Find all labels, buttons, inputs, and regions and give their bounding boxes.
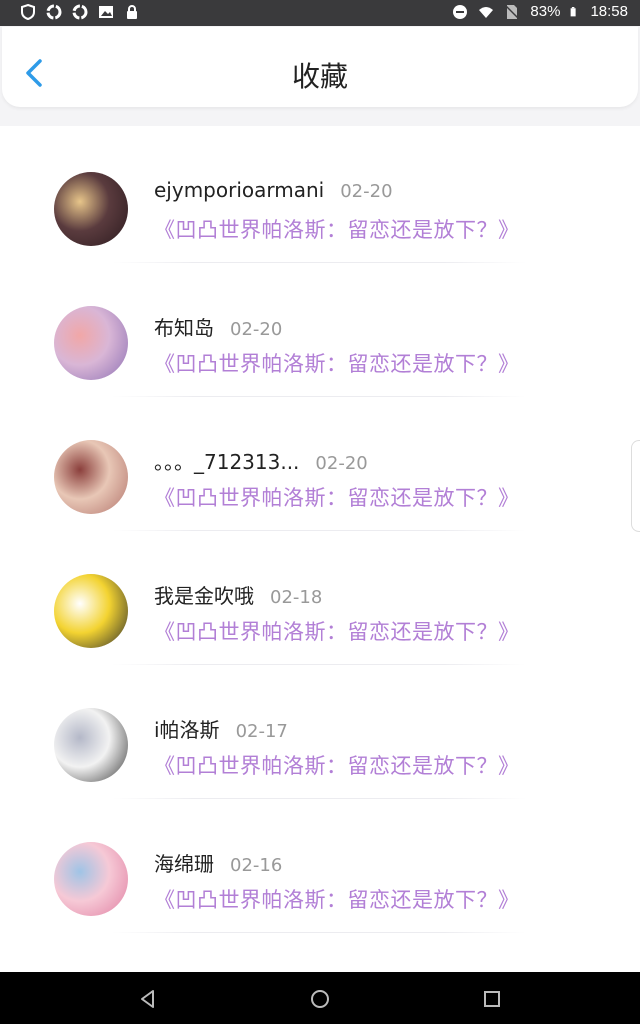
article-title[interactable]: 《凹凸世界帕洛斯：留恋还是放下？》 xyxy=(154,214,520,244)
favorites-list: ejymporioarmani 02-20 《凹凸世界帕洛斯：留恋还是放下？》 布… xyxy=(0,126,640,972)
list-item[interactable]: 我是金吹哦 02-18 《凹凸世界帕洛斯：留恋还是放下？》 xyxy=(0,528,640,662)
avatar[interactable] xyxy=(54,574,128,648)
post-date: 02-20 xyxy=(340,181,393,202)
user-name: 布知岛 xyxy=(154,316,214,340)
article-title[interactable]: 《凹凸世界帕洛斯：留恋还是放下？》 xyxy=(154,616,520,646)
user-name: i帕洛斯 xyxy=(154,718,220,742)
user-name: 我是金吹哦 xyxy=(154,584,254,608)
avatar[interactable] xyxy=(54,842,128,916)
app-header: 收藏 xyxy=(2,27,638,107)
back-triangle-icon[interactable] xyxy=(137,988,159,1010)
lock-icon xyxy=(127,5,137,19)
divider xyxy=(112,932,526,933)
post-date: 02-17 xyxy=(235,721,288,742)
shield-icon xyxy=(21,4,35,20)
sync-icon xyxy=(72,4,88,20)
image-icon xyxy=(99,6,113,18)
recents-square-icon[interactable] xyxy=(481,988,503,1010)
list-item[interactable]: i帕洛斯 02-17 《凹凸世界帕洛斯：留恋还是放下？》 xyxy=(0,662,640,796)
post-date: 02-20 xyxy=(315,453,368,474)
list-item[interactable]: 布知岛 02-20 《凹凸世界帕洛斯：留恋还是放下？》 xyxy=(0,260,640,394)
post-date: 02-18 xyxy=(270,587,323,608)
wifi-icon xyxy=(479,6,494,18)
battery-icon xyxy=(571,6,577,16)
article-title[interactable]: 《凹凸世界帕洛斯：留恋还是放下？》 xyxy=(154,482,520,512)
avatar[interactable] xyxy=(54,172,128,246)
clock: 18:58 xyxy=(590,3,628,20)
list-item[interactable]: 海绵珊 02-16 《凹凸世界帕洛斯：留恋还是放下？》 xyxy=(0,796,640,930)
article-title[interactable]: 《凹凸世界帕洛斯：留恋还是放下？》 xyxy=(154,884,520,914)
avatar[interactable] xyxy=(54,708,128,782)
avatar[interactable] xyxy=(54,306,128,380)
sync-icon xyxy=(46,4,62,20)
article-title[interactable]: 《凹凸世界帕洛斯：留恋还是放下？》 xyxy=(154,348,520,378)
battery-percent: 83% xyxy=(530,3,561,20)
user-name: ejymporioarmani xyxy=(154,178,325,202)
do-not-disturb-icon xyxy=(453,4,468,19)
post-date: 02-20 xyxy=(230,319,283,340)
post-date: 02-16 xyxy=(230,855,283,876)
navigation-bar xyxy=(0,972,640,1024)
edge-handle[interactable] xyxy=(631,440,640,532)
article-title[interactable]: 《凹凸世界帕洛斯：留恋还是放下？》 xyxy=(154,750,520,780)
page-title: 收藏 xyxy=(291,60,348,93)
no-sim-icon xyxy=(505,4,519,19)
list-item[interactable]: ejymporioarmani 02-20 《凹凸世界帕洛斯：留恋还是放下？》 xyxy=(0,126,640,260)
status-bar: 83% 18:58 xyxy=(0,0,640,26)
list-item[interactable]: 。。。_712313... 02-20 《凹凸世界帕洛斯：留恋还是放下？》 xyxy=(0,394,640,528)
avatar[interactable] xyxy=(54,440,128,514)
user-name: 海绵珊 xyxy=(154,852,214,876)
home-circle-icon[interactable] xyxy=(309,988,331,1010)
user-name: 。。。_712313... xyxy=(154,450,300,474)
